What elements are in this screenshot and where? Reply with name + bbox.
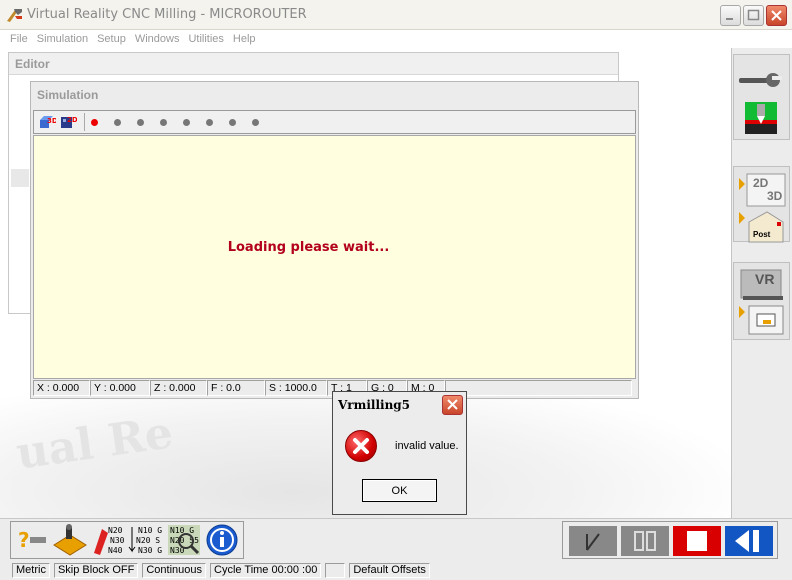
status-s: S : 1000.0 (265, 380, 327, 396)
speed-dot-8[interactable] (252, 118, 259, 126)
svg-text:N30 G: N30 G (138, 546, 162, 555)
status-empty (445, 380, 632, 396)
simulation-canvas[interactable]: Loading please wait... (33, 135, 636, 379)
speed-dot-1[interactable] (91, 118, 98, 126)
vr-label: VR (755, 271, 775, 287)
bottom-tool-group: ? N20 S N30 N40 X N10 G N20 S (10, 521, 244, 559)
stop-button[interactable] (673, 526, 721, 556)
toggle-3d-label: 3D (767, 189, 783, 203)
machine-view-button[interactable] (735, 302, 787, 338)
editor-title: Editor (9, 53, 618, 75)
simulation-toolbar: 3D 2D (33, 110, 636, 134)
error-dialog[interactable]: Vrmilling5 invalid value. OK (332, 391, 467, 515)
status-cycle-time: Cycle Time 00:00 :00 (210, 562, 322, 578)
loading-message: Loading please wait... (227, 240, 390, 255)
speed-dot-7[interactable] (229, 118, 236, 126)
editor-scroll-marker (11, 169, 29, 187)
speed-dot-3[interactable] (137, 118, 144, 126)
simulation-title: Simulation (31, 82, 638, 106)
speed-dot-5[interactable] (183, 118, 190, 126)
ok-button[interactable]: OK (362, 479, 437, 502)
machine-spindle-icon[interactable] (735, 100, 787, 136)
window-title: Virtual Reality CNC Milling - MICROROUTE… (27, 7, 307, 22)
post-label: Post (753, 230, 771, 239)
svg-text:N30: N30 (110, 536, 125, 545)
speed-dot-6[interactable] (206, 118, 213, 126)
svg-text:N20 S: N20 S (136, 536, 160, 545)
simulation-controls (562, 521, 778, 559)
status-x: X : 0.000 (33, 380, 90, 396)
menu-bar: File Simulation Setup Windows Utilities … (0, 30, 792, 47)
pause-button[interactable] (621, 526, 669, 556)
tool-library-icon[interactable]: N20 S N30 N40 X (90, 523, 132, 557)
simulation-window[interactable]: Simulation 3D 2D Loading please wait... … (30, 81, 639, 399)
play-button[interactable] (725, 526, 773, 556)
svg-text:N40 X: N40 X (108, 546, 126, 555)
maximize-button[interactable] (743, 5, 764, 26)
status-f: F : 0.0 (207, 380, 265, 396)
svg-text:N10 G: N10 G (138, 526, 162, 535)
search-code-icon[interactable]: N10 G N20 S5 N30 (166, 523, 202, 557)
toggle-2d-label: 2D (753, 176, 769, 190)
status-z: Z : 0.000 (150, 380, 207, 396)
dialog-close-button[interactable] (442, 395, 463, 415)
view-2d-icon[interactable]: 2D (59, 114, 78, 130)
svg-text:?: ? (18, 528, 30, 552)
bottom-toolbar: ? N20 S N30 N40 X N10 G N20 S (0, 518, 792, 560)
svg-text:3D: 3D (47, 117, 56, 125)
view-3d-icon[interactable]: 3D (38, 114, 58, 130)
menu-utilities[interactable]: Utilities (188, 33, 223, 45)
title-bar[interactable]: Virtual Reality CNC Milling - MICROROUTE… (0, 0, 792, 30)
help-tool-icon[interactable]: ? (14, 523, 50, 557)
toolbar-separator (84, 113, 85, 131)
dialog-message: invalid value. (395, 440, 459, 452)
menu-file[interactable]: File (10, 33, 28, 45)
menu-simulation[interactable]: Simulation (37, 33, 88, 45)
step-button[interactable] (569, 526, 617, 556)
svg-text:N20 S5: N20 S5 (170, 536, 199, 545)
vr-view-button[interactable]: VR (735, 266, 787, 302)
status-skip-block: Skip Block OFF (53, 562, 139, 578)
svg-text:N10 G: N10 G (170, 526, 194, 535)
right-tool-panel: 2D 3D Post VR (731, 48, 792, 518)
app-logo-icon (6, 7, 24, 23)
svg-text:N20 S: N20 S (108, 526, 126, 535)
toggle-2d-3d-button[interactable]: 2D 3D (735, 172, 787, 208)
info-icon[interactable] (204, 523, 240, 557)
status-units: Metric (12, 562, 50, 578)
svg-text:2D: 2D (67, 116, 77, 124)
minimize-button[interactable] (720, 5, 741, 26)
speed-dot-2[interactable] (114, 118, 121, 126)
post-processor-button[interactable]: Post (735, 208, 787, 244)
workpiece-setup-icon[interactable] (52, 523, 88, 557)
status-y: Y : 0.000 (90, 380, 150, 396)
menu-help[interactable]: Help (233, 33, 256, 45)
close-button[interactable] (766, 5, 787, 26)
status-empty-cell (325, 562, 346, 578)
status-mode: Continuous (142, 562, 207, 578)
speed-dot-4[interactable] (160, 118, 167, 126)
wrench-icon[interactable] (735, 64, 787, 100)
error-icon (345, 430, 377, 462)
status-bar: Metric Skip Block OFF Continuous Cycle T… (0, 560, 792, 580)
menu-setup[interactable]: Setup (97, 33, 126, 45)
step-forward-icon[interactable]: N10 G N20 S N30 G (128, 523, 164, 557)
menu-windows[interactable]: Windows (135, 33, 180, 45)
status-offsets: Default Offsets (349, 562, 430, 578)
